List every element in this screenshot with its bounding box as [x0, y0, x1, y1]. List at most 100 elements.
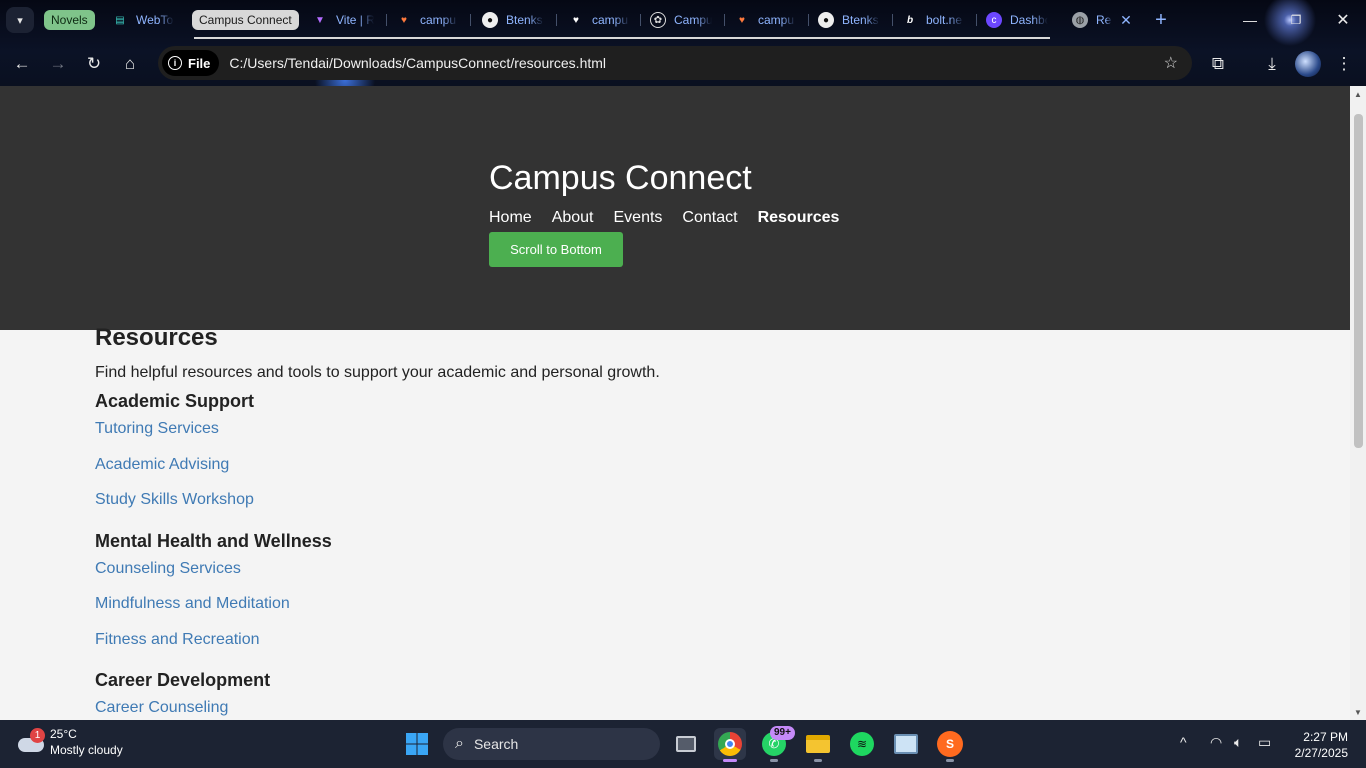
- tab-bolt[interactable]: b bolt.ne: [902, 8, 968, 32]
- tab-separator: [976, 14, 977, 26]
- wifi-icon[interactable]: ◠: [1210, 734, 1222, 751]
- nav-contact[interactable]: Contact: [682, 209, 737, 227]
- section-career-development: Career Development Career Counseling: [95, 670, 1295, 720]
- nav-home[interactable]: Home: [489, 209, 532, 227]
- github-icon: ●: [482, 12, 498, 28]
- resource-list: Career Counseling: [95, 699, 1295, 720]
- windows-logo-icon: [406, 733, 428, 755]
- chevron-up-icon[interactable]: ^: [1180, 734, 1187, 750]
- list-item: Career Counseling: [95, 699, 1295, 720]
- reload-icon[interactable]: ↻: [80, 50, 108, 78]
- vite-icon: ▼: [315, 14, 325, 26]
- section-title: Career Development: [95, 670, 271, 690]
- section-title: Academic Support: [95, 391, 255, 411]
- tab-campus-replit[interactable]: ♥ campu: [568, 8, 630, 32]
- page-intro: Find helpful resources and tools to supp…: [95, 364, 660, 381]
- page-heading: Resources: [95, 324, 218, 351]
- section-title: Mental Health and Wellness: [95, 530, 332, 551]
- cloud-icon: 1: [16, 728, 45, 754]
- spotify-icon[interactable]: ≋: [846, 728, 878, 760]
- link-career-counseling[interactable]: Career Counseling: [95, 699, 228, 716]
- openai-icon: ✿: [650, 12, 666, 28]
- volume-icon[interactable]: 🔈︎: [1234, 734, 1242, 751]
- site-info-chip[interactable]: i File: [162, 50, 220, 76]
- home-icon[interactable]: ⌂: [116, 50, 144, 78]
- resource-list: Counseling Services Mindfulness and Medi…: [95, 560, 1295, 667]
- photos-icon[interactable]: [890, 728, 922, 760]
- tab-webtoon[interactable]: ▤ WebTo: [112, 8, 174, 32]
- scroll-to-bottom-button[interactable]: Scroll to Bottom: [489, 232, 623, 267]
- link-counseling-services[interactable]: Counseling Services: [95, 560, 241, 577]
- scroll-up-icon[interactable]: ▲: [1350, 86, 1366, 102]
- clerk-icon: c: [986, 12, 1002, 28]
- chrome-icon[interactable]: [714, 728, 746, 762]
- close-tab-icon[interactable]: ✕: [1114, 8, 1138, 32]
- nav-about[interactable]: About: [552, 209, 594, 227]
- url-text[interactable]: C:/Users/Tendai/Downloads/CampusConnect/…: [229, 55, 606, 71]
- tab-group-novels[interactable]: Novels: [44, 10, 95, 30]
- restore-icon[interactable]: ❐: [1284, 8, 1308, 32]
- battery-icon[interactable]: ▭: [1258, 734, 1271, 751]
- tab-dashboard[interactable]: c Dashbo: [986, 8, 1052, 32]
- list-item: Study Skills Workshop: [95, 491, 1295, 527]
- whatsapp-badge: 99+: [770, 726, 795, 740]
- tab-campus-lovable[interactable]: ♥ campu: [396, 8, 462, 32]
- weather-temp: 25°C: [50, 727, 77, 741]
- weather-desc: Mostly cloudy: [50, 743, 123, 757]
- github-icon: ●: [818, 12, 834, 28]
- link-academic-advising[interactable]: Academic Advising: [95, 456, 229, 473]
- tab-github-btenks-2[interactable]: ● Btenks: [818, 8, 884, 32]
- link-tutoring-services[interactable]: Tutoring Services: [95, 420, 219, 437]
- extensions-icon[interactable]: ⧉: [1204, 50, 1232, 78]
- tab-vite[interactable]: ▼ Vite | R: [312, 8, 382, 32]
- tab-separator: [470, 14, 471, 26]
- info-icon: i: [168, 56, 182, 70]
- scrollbar-thumb[interactable]: [1354, 114, 1363, 448]
- start-button[interactable]: [401, 728, 433, 760]
- taskbar-search[interactable]: ⌕ Search: [443, 728, 660, 760]
- task-view-icon[interactable]: [670, 728, 702, 760]
- link-mindfulness-meditation[interactable]: Mindfulness and Meditation: [95, 595, 290, 612]
- close-window-icon[interactable]: ✕: [1331, 8, 1355, 32]
- bookmark-star-icon[interactable]: ☆: [1164, 53, 1178, 73]
- site-nav: Home About Events Contact Resources: [489, 209, 839, 227]
- file-explorer-icon[interactable]: [802, 728, 834, 762]
- sublime-icon[interactable]: S: [934, 728, 966, 762]
- page-viewport: Campus Connect Home About Events Contact…: [0, 86, 1366, 720]
- weather-widget[interactable]: 1 25°C Mostly cloudy: [16, 726, 123, 758]
- tab-group-campus-connect[interactable]: Campus Connect: [192, 10, 299, 30]
- search-icon: ⌕: [455, 735, 464, 752]
- resources-content: Resources Find helpful resources and too…: [95, 324, 1295, 720]
- tab-search-button[interactable]: ▾: [6, 7, 34, 33]
- list-item: Fitness and Recreation: [95, 631, 1295, 667]
- tab-github-btenks[interactable]: ● Btenks: [482, 8, 548, 32]
- download-icon[interactable]: ⤓: [1258, 50, 1286, 78]
- profile-avatar[interactable]: [1294, 50, 1322, 78]
- nav-resources[interactable]: Resources: [758, 209, 840, 227]
- new-tab-icon[interactable]: +: [1149, 8, 1173, 32]
- tab-separator: [808, 14, 809, 26]
- address-bar[interactable]: i File C:/Users/Tendai/Downloads/CampusC…: [158, 46, 1192, 80]
- link-study-skills-workshop[interactable]: Study Skills Workshop: [95, 491, 254, 508]
- book-icon: ▤: [115, 14, 125, 26]
- nav-events[interactable]: Events: [614, 209, 663, 227]
- list-item: Counseling Services: [95, 560, 1295, 596]
- tab-campus-chatgpt[interactable]: ✿ Campu: [650, 8, 716, 32]
- taskbar-clock[interactable]: 2:27 PM 2/27/2025: [1290, 729, 1348, 761]
- tab-resources[interactable]: ◍ Re: [1072, 8, 1114, 32]
- page-scrollbar[interactable]: ▲ ▼: [1350, 86, 1366, 720]
- heart-icon: ♥: [401, 14, 407, 26]
- list-item: Tutoring Services: [95, 420, 1295, 456]
- globe-icon: ◍: [1072, 12, 1088, 28]
- back-icon[interactable]: ←: [8, 50, 36, 78]
- minimize-icon[interactable]: —: [1238, 8, 1262, 32]
- browser-chrome: ▾ Novels ▤ WebTo Campus Connect ▼ Vite |…: [0, 0, 1366, 86]
- link-fitness-recreation[interactable]: Fitness and Recreation: [95, 631, 260, 648]
- menu-kebab-icon[interactable]: ⋮: [1330, 50, 1358, 78]
- forward-icon[interactable]: →: [44, 50, 72, 78]
- heart-icon: ♥: [739, 14, 745, 26]
- section-mental-health: Mental Health and Wellness Counseling Se…: [95, 531, 1295, 667]
- scroll-down-icon[interactable]: ▼: [1350, 704, 1366, 720]
- tab-campus-lovable-2[interactable]: ♥ campu: [734, 8, 800, 32]
- windows-taskbar: 1 25°C Mostly cloudy ⌕ Search ✆ 99+ ≋ S …: [0, 720, 1366, 768]
